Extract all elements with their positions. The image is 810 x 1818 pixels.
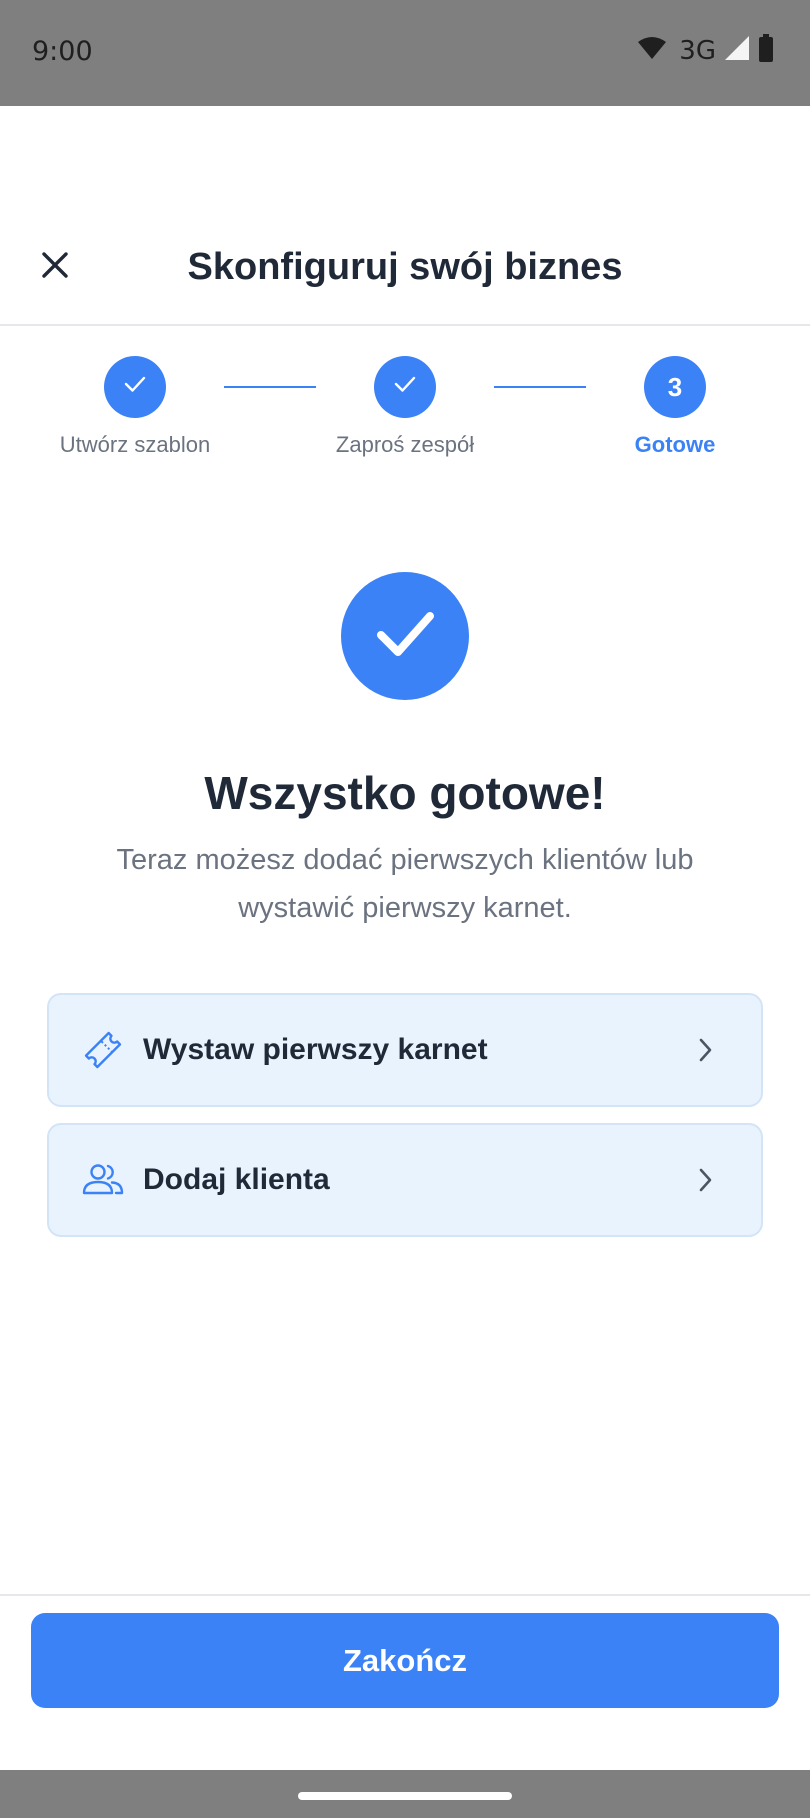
step-check-circle [104,356,166,418]
home-indicator[interactable] [298,1792,512,1800]
check-icon [122,371,148,404]
step-label: Utwórz szablon [59,432,211,457]
step-label: Zaproś zespół [335,432,475,457]
chevron-right-icon [685,1030,725,1070]
users-icon [81,1158,125,1202]
status-icons: 3G [637,34,774,67]
step-label: Gotowe [634,432,716,457]
action-label: Wystaw pierwszy karnet [143,1033,488,1066]
ticket-icon [81,1028,125,1072]
progress-stepper: Utwórz szablon Zaproś zespół 3 Gotowe [0,356,810,466]
add-client-button[interactable]: Dodaj klienta [47,1123,763,1237]
status-time: 9:00 [32,36,93,67]
step-check-circle [374,356,436,418]
step-done: 3 Gotowe [555,356,795,458]
footer-divider [0,1594,810,1596]
wifi-icon [637,36,667,65]
system-nav-bar [0,1770,810,1818]
issue-first-pass-button[interactable]: Wystaw pierwszy karnet [47,993,763,1107]
action-label: Dodaj klienta [143,1163,330,1196]
check-icon [392,371,418,404]
battery-icon [758,34,774,67]
network-type: 3G [679,35,716,66]
finish-button[interactable]: Zakończ [31,1613,779,1708]
success-check-circle [341,572,469,700]
success-message: Teraz możesz dodać pierwszych klientów l… [116,844,694,924]
step-number-circle: 3 [644,356,706,418]
chevron-right-icon [685,1160,725,1200]
success-title: Wszystko gotowe! [204,767,606,819]
page-title: Skonfiguruj swój biznes [187,246,623,288]
step-invite-team: Zaproś zespół [285,356,525,458]
app-header: Skonfiguruj swój biznes [0,220,810,326]
cell-signal-icon [724,35,750,66]
step-create-template: Utwórz szablon [15,356,255,458]
check-icon [369,598,441,675]
status-bar: 9:00 3G [0,0,810,106]
